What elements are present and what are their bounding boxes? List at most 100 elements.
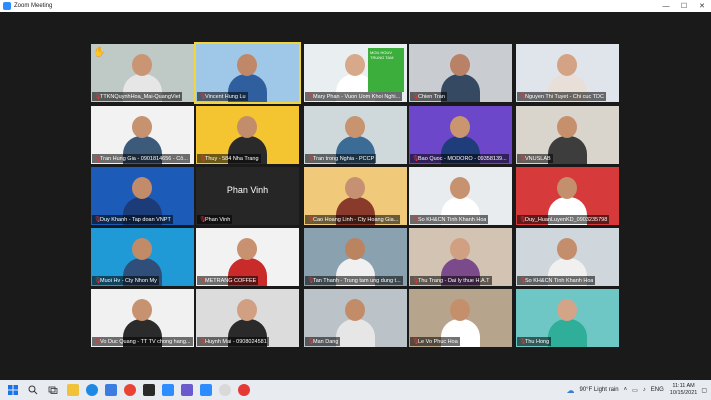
participant-name-bar: 🎙 Thuy - 584 Nha Trang xyxy=(197,154,261,163)
participant-name: Muoi Hv - Cty Nhon My xyxy=(100,277,157,284)
participant-tile[interactable]: 🎙 Vincent Hung Lu xyxy=(194,42,301,104)
participant-tile[interactable]: 🎙 Tran Hung Gia - 0901814656 - Cô... xyxy=(91,106,194,164)
participant-tile[interactable]: 🎙 Duy_HuanLuyenKD_0903235798 xyxy=(516,167,619,225)
participant-tile[interactable]: 🎙 Nguyen Thi Tuyet - Chi cuc TDC xyxy=(516,44,619,102)
participant-head xyxy=(132,299,152,321)
participant-video xyxy=(332,106,379,164)
weather-icon[interactable]: ☁ xyxy=(567,386,575,395)
participant-tile[interactable]: 🎙 Vo Duc Quang - TT TV chong hang... xyxy=(91,289,194,347)
participant-video xyxy=(119,289,166,347)
participant-body xyxy=(548,136,587,164)
muted-mic-icon: 🎙 xyxy=(412,216,420,223)
participant-video xyxy=(332,289,379,347)
participant-video xyxy=(544,106,591,164)
participant-tile[interactable]: 🎙 Cao Hoang Linh - Cty Hoang Gia... xyxy=(304,167,407,225)
tray-chevron-icon[interactable]: ˄ xyxy=(624,387,628,393)
volume-icon[interactable]: ♪ xyxy=(643,387,646,393)
maximize-button[interactable]: ☐ xyxy=(675,0,693,12)
participant-name: Vincent Hung Lu xyxy=(205,93,246,100)
language-indicator[interactable]: ENG xyxy=(651,387,664,393)
zoom-taskbar-icon[interactable] xyxy=(162,384,174,396)
participant-head xyxy=(132,54,152,76)
participant-name-bar: 🎙 Tran Hung Gia - 0901814656 - Cô... xyxy=(92,154,190,163)
participant-tile[interactable]: 🎙 Tran trong Nghia - PCCP xyxy=(304,106,407,164)
participant-name: VNUSLAB xyxy=(525,155,551,162)
raised-hand-icon: ✋ xyxy=(93,47,106,58)
participant-name-bar: 🎙 Man Dang xyxy=(305,337,341,346)
start-icon[interactable] xyxy=(6,383,20,397)
participant-body xyxy=(548,319,587,347)
participant-name: Nguyen Thi Tuyet - Chi cuc TDC xyxy=(525,93,604,100)
participant-name: Thuy - 584 Nha Trang xyxy=(205,155,259,162)
participant-head xyxy=(450,299,470,321)
muted-mic-icon: 🎙 xyxy=(199,277,207,284)
participant-name-bar: 🎙 Vincent Hung Lu xyxy=(197,92,248,101)
participant-head xyxy=(345,238,365,260)
participant-name: So KH&CN Tinh Khanh Hoa xyxy=(525,277,594,284)
participant-tile[interactable]: 🎙 Tan Thanh - Trung tam ung dung t... xyxy=(304,228,407,286)
participant-video xyxy=(224,106,271,164)
participant-tile[interactable]: 🎙 Thu Trang - Dai ly thue H.A.T xyxy=(409,228,512,286)
participant-tile[interactable]: 🎙 VNUSLAB xyxy=(516,106,619,164)
participant-placeholder-name: Phan Vinh xyxy=(226,185,269,195)
participant-tile[interactable]: 🎙 Man Dang xyxy=(304,289,407,347)
app-icon-4[interactable] xyxy=(238,384,250,396)
participant-head xyxy=(345,177,365,199)
participant-tile[interactable]: 🎙 So KH&CN Tinh Khanh Hoa xyxy=(409,167,512,225)
participant-tile[interactable]: 🎙 Thu Hong xyxy=(516,289,619,347)
muted-mic-icon: 🎙 xyxy=(519,338,527,345)
edge-icon[interactable] xyxy=(86,384,98,396)
participant-name-bar: 🎙 Mary Phan - Vuon Uom Khoi Nghi... xyxy=(305,92,403,101)
participant-name: TTKNQuynhHoa_Mai-QuangViet xyxy=(100,93,181,100)
muted-mic-icon: 🎙 xyxy=(307,277,315,284)
participant-video xyxy=(119,44,166,102)
task-view-icon[interactable] xyxy=(46,383,60,397)
participant-head xyxy=(237,54,257,76)
muted-mic-icon: 🎙 xyxy=(307,216,315,223)
participant-tile[interactable]: MOU HOUV TRUNG TAM 🎙 Mary Phan - Vuon Uom … xyxy=(304,44,407,102)
participant-head xyxy=(450,238,470,260)
participant-tile[interactable]: 🎙 METRANG COFFEE xyxy=(196,228,299,286)
muted-mic-icon: 🎙 xyxy=(519,93,527,100)
participant-name-bar: 🎙 Phan Vinh xyxy=(197,215,233,224)
notification-icon[interactable]: ▢ xyxy=(701,387,707,394)
file-explorer-icon[interactable] xyxy=(67,384,79,396)
participant-tile[interactable]: 🎙 Chien Tran xyxy=(409,44,512,102)
app-icon-2[interactable] xyxy=(181,384,193,396)
participant-sign: MOU HOUV TRUNG TAM xyxy=(368,48,404,92)
participant-tile[interactable]: Phan Vinh 🎙 Phan Vinh xyxy=(196,167,299,225)
participant-tile[interactable]: 🎙 So KH&CN Tinh Khanh Hoa xyxy=(516,228,619,286)
participant-name-bar: 🎙 So KH&CN Tinh Khanh Hoa xyxy=(410,215,489,224)
participant-head xyxy=(345,116,365,138)
participant-name: Duy Khanh - Tap doan VNPT xyxy=(100,216,171,223)
participant-name-bar: 🎙 Vo Duc Quang - TT TV chong hang... xyxy=(92,337,193,346)
windows-taskbar: ☁ 90°F Light rain ˄ ▭ ♪ ENG 11:11 AM 10/… xyxy=(0,380,711,400)
network-icon[interactable]: ▭ xyxy=(632,387,638,394)
search-icon[interactable] xyxy=(26,383,40,397)
app-icon[interactable] xyxy=(143,384,155,396)
participant-name-bar: 🎙 Muoi Hv - Cty Nhon My xyxy=(92,276,159,285)
participant-video xyxy=(544,289,591,347)
minimize-button[interactable]: — xyxy=(657,0,675,12)
participant-head xyxy=(237,116,257,138)
participant-tile[interactable]: 🎙 Muoi Hv - Cty Nhon My xyxy=(91,228,194,286)
participant-tile[interactable]: 🎙 Le Vo Phuc Hoa xyxy=(409,289,512,347)
participant-tile[interactable]: 🎙 TTKNQuynhHoa_Mai-QuangViet xyxy=(91,44,194,102)
mail-icon[interactable] xyxy=(105,384,117,396)
participant-name-bar: 🎙 Tran trong Nghia - PCCP xyxy=(305,154,377,163)
weather-text[interactable]: 90°F Light rain xyxy=(580,387,619,393)
muted-mic-icon: 🎙 xyxy=(94,216,102,223)
clock[interactable]: 11:11 AM 10/15/2021 xyxy=(670,383,698,397)
participant-tile[interactable]: 🎙 Thuy - 584 Nha Trang xyxy=(196,106,299,164)
participant-tile[interactable]: 🎙 Huynh Mai - 0908024581 xyxy=(196,289,299,347)
participant-tile[interactable]: 🎙 Duy Khanh - Tap doan VNPT xyxy=(91,167,194,225)
participant-video xyxy=(437,289,484,347)
app-icon-3[interactable] xyxy=(219,384,231,396)
participant-tile[interactable]: 🎙 Bao Quoc - MODORO - 09358139... xyxy=(409,106,512,164)
zoom-taskbar-icon-2[interactable] xyxy=(200,384,212,396)
participant-name-bar: 🎙 Le Vo Phuc Hoa xyxy=(410,337,460,346)
participant-name-bar: 🎙 Thu Trang - Dai ly thue H.A.T xyxy=(410,276,492,285)
close-button[interactable]: ✕ xyxy=(693,0,711,12)
participant-video xyxy=(544,228,591,286)
chrome-icon[interactable] xyxy=(124,384,136,396)
